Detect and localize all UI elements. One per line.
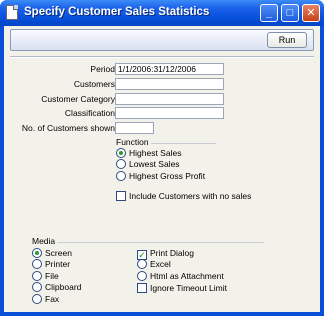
file-label: File bbox=[45, 271, 59, 281]
period-label: Period bbox=[90, 64, 115, 74]
button-bar: Run bbox=[10, 29, 314, 51]
excel-option[interactable]: Excel bbox=[137, 259, 171, 269]
window-title: Specify Customer Sales Statistics bbox=[24, 6, 210, 18]
checkbox-icon bbox=[116, 191, 126, 201]
dialog-body: Run Period 1/1/2006:31/12/2006 Customers… bbox=[4, 26, 320, 312]
customers-shown-field[interactable] bbox=[115, 122, 154, 134]
printer-label: Printer bbox=[45, 259, 71, 269]
radio-icon bbox=[137, 259, 147, 269]
radio-icon bbox=[116, 159, 126, 169]
radio-icon bbox=[32, 294, 42, 304]
include-no-sales-label: Include Customers with no sales bbox=[129, 191, 252, 201]
lowest-sales-option[interactable]: Lowest Sales bbox=[116, 159, 180, 169]
media-clipboard-option[interactable]: Clipboard bbox=[32, 282, 81, 292]
html-attachment-label: Html as Attachment bbox=[150, 271, 224, 281]
customers-label: Customers bbox=[73, 79, 115, 89]
clipboard-label: Clipboard bbox=[45, 282, 82, 292]
classification-field[interactable] bbox=[115, 107, 224, 119]
function-group-title: Function bbox=[116, 137, 151, 147]
document-icon bbox=[6, 5, 18, 20]
fax-label: Fax bbox=[45, 294, 60, 304]
highest-gross-profit-option[interactable]: Highest Gross Profit bbox=[116, 171, 205, 181]
radio-selected-icon bbox=[116, 148, 126, 158]
customer-category-field[interactable] bbox=[115, 93, 224, 105]
radio-icon bbox=[32, 282, 42, 292]
excel-label: Excel bbox=[150, 259, 171, 269]
customers-shown-label: No. of Customers shown bbox=[21, 123, 115, 133]
radio-icon bbox=[116, 171, 126, 181]
close-button[interactable]: ✕ bbox=[302, 4, 320, 22]
radio-icon bbox=[137, 271, 147, 281]
media-printer-option[interactable]: Printer bbox=[32, 259, 70, 269]
highest-sales-option[interactable]: Highest Sales bbox=[116, 148, 181, 158]
run-button[interactable]: Run bbox=[267, 32, 307, 48]
checkbox-icon bbox=[137, 283, 147, 293]
minimize-button[interactable]: _ bbox=[260, 4, 278, 22]
customer-category-label: Customer Category bbox=[41, 94, 115, 104]
radio-icon bbox=[32, 271, 42, 281]
customers-field[interactable] bbox=[115, 78, 224, 90]
media-fax-option[interactable]: Fax bbox=[32, 294, 59, 304]
print-dialog-label: Print Dialog bbox=[150, 248, 194, 258]
screen-label: Screen bbox=[45, 248, 72, 258]
ignore-timeout-option[interactable]: Ignore Timeout Limit bbox=[137, 283, 227, 293]
media-group-title: Media bbox=[32, 236, 58, 246]
period-field[interactable]: 1/1/2006:31/12/2006 bbox=[115, 63, 224, 75]
radio-selected-icon bbox=[32, 248, 42, 258]
separator bbox=[10, 56, 314, 58]
html-attachment-option[interactable]: Html as Attachment bbox=[137, 271, 224, 281]
window-frame-bottom bbox=[0, 312, 324, 316]
maximize-button[interactable]: □ bbox=[281, 4, 299, 22]
highest-sales-label: Highest Sales bbox=[129, 148, 182, 158]
classification-label: Classification bbox=[64, 108, 115, 118]
media-group-line bbox=[32, 242, 264, 243]
dialog-window: Specify Customer Sales Statistics _ □ ✕ … bbox=[0, 0, 324, 316]
title-bar[interactable]: Specify Customer Sales Statistics _ □ ✕ bbox=[0, 0, 324, 26]
media-screen-option[interactable]: Screen bbox=[32, 248, 72, 258]
include-no-sales-option[interactable]: Include Customers with no sales bbox=[116, 191, 251, 201]
lowest-sales-label: Lowest Sales bbox=[129, 159, 180, 169]
ignore-timeout-label: Ignore Timeout Limit bbox=[150, 283, 228, 293]
highest-gross-profit-label: Highest Gross Profit bbox=[129, 171, 206, 181]
window-frame-right bbox=[320, 26, 324, 316]
media-file-option[interactable]: File bbox=[32, 271, 59, 281]
radio-icon bbox=[32, 259, 42, 269]
